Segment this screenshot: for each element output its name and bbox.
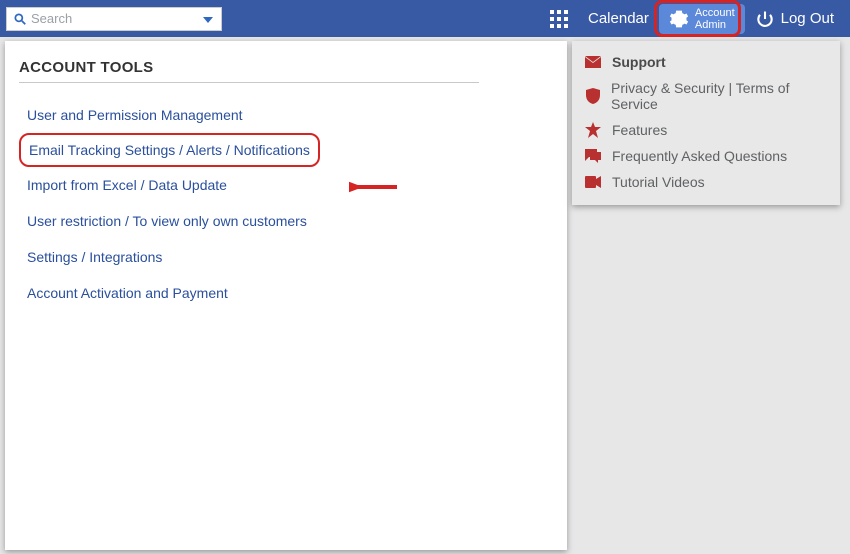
gear-icon	[669, 9, 689, 29]
logout-button[interactable]: Log Out	[745, 0, 844, 37]
account-tools-list: User and Permission ManagementEmail Trac…	[19, 97, 553, 311]
chevron-down-icon[interactable]	[203, 17, 213, 23]
admin-menu-item[interactable]: Frequently Asked Questions	[580, 143, 832, 169]
admin-menu-label: Frequently Asked Questions	[612, 148, 787, 164]
admin-menu-item[interactable]: Features	[580, 117, 832, 143]
search-input[interactable]	[27, 11, 215, 26]
mail-icon	[584, 56, 602, 68]
chat-icon	[584, 149, 602, 163]
admin-menu-item[interactable]: Privacy & Security | Terms of Service	[580, 75, 832, 117]
account-admin-button[interactable]: Account Admin	[659, 4, 745, 34]
account-admin-label: Account Admin	[695, 7, 735, 31]
account-tools-panel: ACCOUNT TOOLS User and Permission Manage…	[5, 41, 567, 550]
video-icon	[584, 176, 602, 188]
topbar: Calendar Account Admin Log Out	[0, 0, 850, 37]
account-tools-item[interactable]: Email Tracking Settings / Alerts / Notif…	[19, 133, 320, 167]
account-tools-item[interactable]: User and Permission Management	[19, 97, 251, 133]
admin-menu-item[interactable]: Tutorial Videos	[580, 169, 832, 195]
account-tools-item[interactable]: Settings / Integrations	[19, 239, 170, 275]
admin-menu-item[interactable]: Support	[580, 49, 832, 75]
admin-menu-label: Support	[612, 54, 666, 70]
power-icon	[755, 9, 775, 29]
apps-button[interactable]	[540, 0, 578, 37]
admin-menu-label: Features	[612, 122, 667, 138]
search-box[interactable]	[6, 7, 222, 31]
shield-icon	[584, 88, 601, 104]
apps-icon	[550, 10, 568, 28]
search-icon	[13, 12, 27, 26]
star-icon	[584, 122, 602, 138]
admin-dropdown-menu: Support Privacy & Security | Terms of Ser…	[572, 41, 840, 205]
admin-menu-label: Tutorial Videos	[612, 174, 705, 190]
calendar-button[interactable]: Calendar	[578, 0, 659, 37]
logout-label: Log Out	[781, 10, 834, 27]
calendar-label: Calendar	[588, 10, 649, 27]
admin-menu-label: Privacy & Security | Terms of Service	[611, 80, 828, 112]
account-tools-item[interactable]: Import from Excel / Data Update	[19, 167, 235, 203]
account-tools-item[interactable]: Account Activation and Payment	[19, 275, 236, 311]
account-tools-item[interactable]: User restriction / To view only own cust…	[19, 203, 315, 239]
account-tools-heading: ACCOUNT TOOLS	[19, 59, 479, 83]
